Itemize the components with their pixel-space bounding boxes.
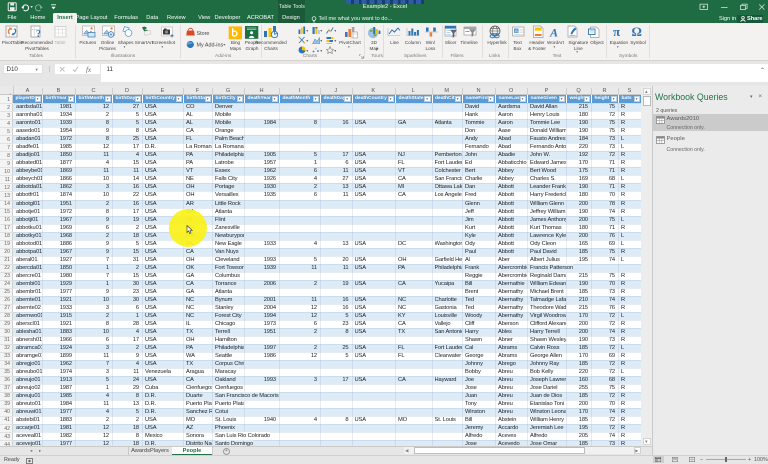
svg-text:A: A bbox=[549, 26, 558, 40]
svg-text:A: A bbox=[515, 29, 518, 34]
svg-text:fx: fx bbox=[86, 66, 92, 73]
svg-text:?: ? bbox=[36, 29, 41, 39]
svg-text:Store: Store bbox=[197, 31, 210, 37]
